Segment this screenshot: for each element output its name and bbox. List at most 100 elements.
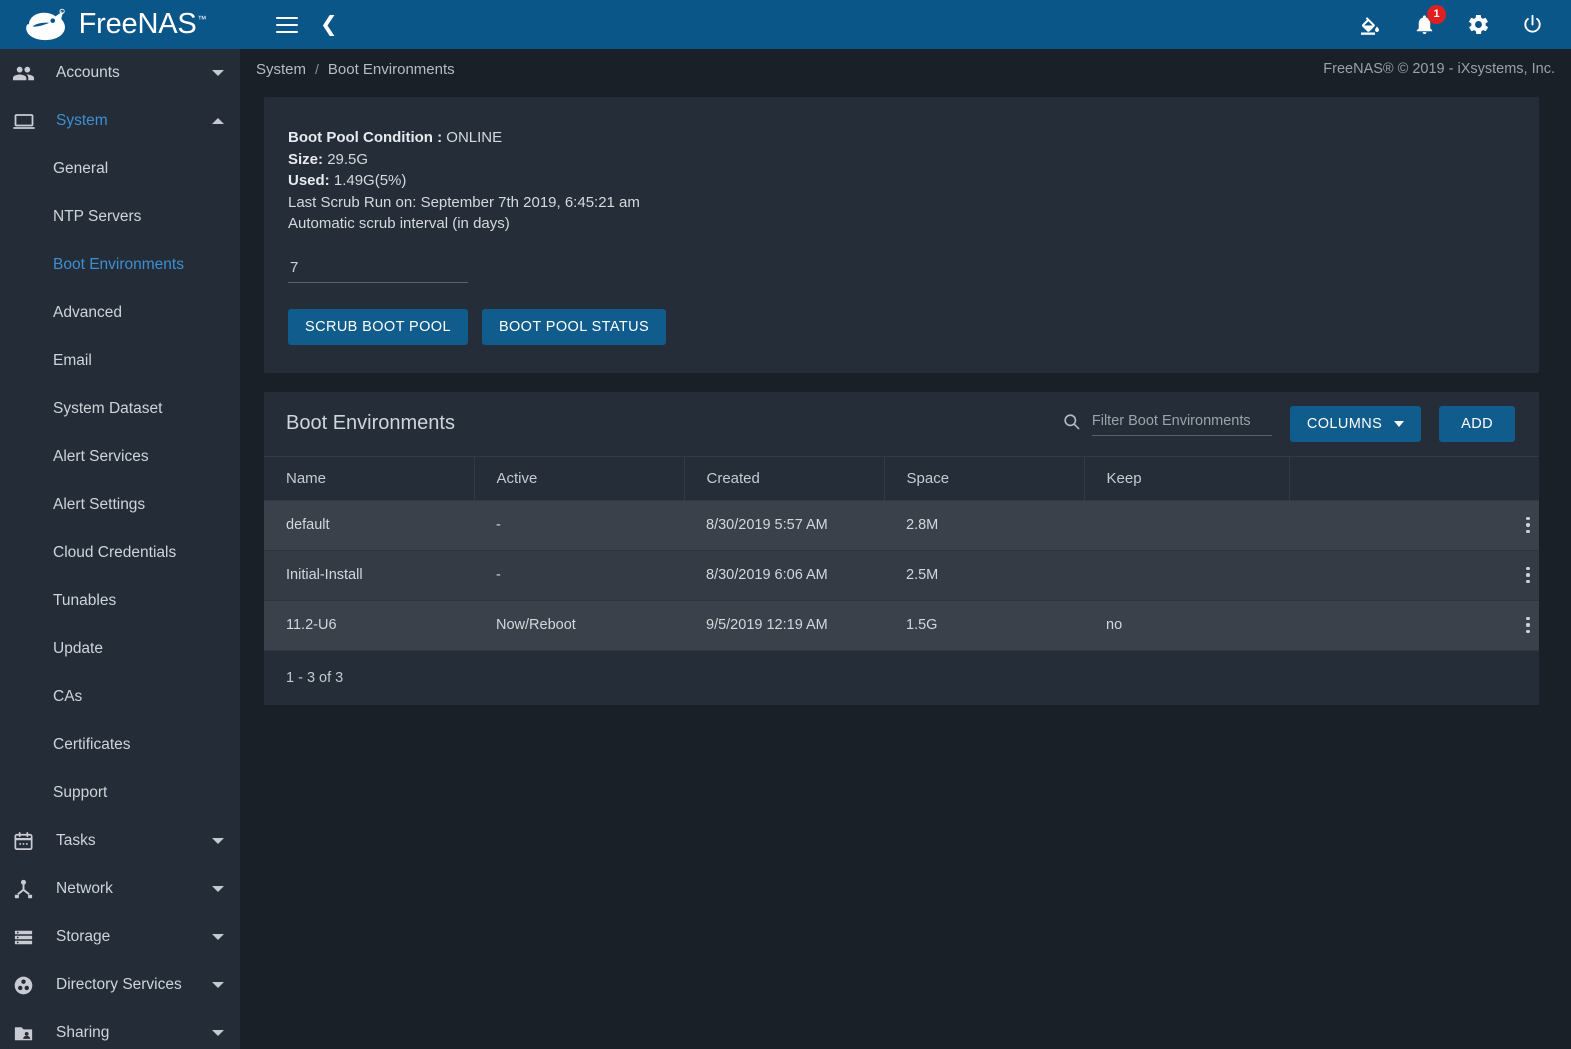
sidebar-group-system[interactable]: System (0, 97, 240, 145)
sidebar-group-accounts[interactable]: Accounts (0, 49, 240, 97)
boot-pool-condition-value: ONLINE (446, 129, 503, 146)
copyright-text: FreeNAS® © 2019 - iXsystems, Inc. (1323, 61, 1555, 77)
boot-pool-size-label: Size: (288, 150, 324, 168)
sidebar-item-support[interactable]: Support (0, 769, 240, 817)
cell-space: 1.5G (884, 600, 1084, 651)
sidebar-group-network[interactable]: Network (0, 865, 240, 913)
calendar-icon (12, 829, 40, 853)
chevron-left-icon[interactable]: ❮ (320, 14, 338, 35)
sidebar-group-storage[interactable]: Storage (0, 913, 240, 961)
sidebar-item-advanced[interactable]: Advanced (0, 289, 240, 337)
search-input[interactable] (1091, 411, 1272, 436)
cell-keep: no (1084, 600, 1289, 651)
cell-actions (1289, 500, 1539, 551)
sidebar-group-sharing[interactable]: Sharing (0, 1009, 240, 1049)
cell-space: 2.8M (884, 500, 1084, 551)
column-header-created[interactable]: Created (684, 455, 885, 501)
sidebar-group-directory-services[interactable]: Directory Services (0, 961, 240, 1009)
sidebar-item-label: Update (53, 640, 103, 657)
row-menu-kebab-icon[interactable] (1517, 564, 1539, 586)
cell-actions (1289, 600, 1539, 651)
boot-pool-actions: SCRUB BOOT POOL BOOT POOL STATUS (288, 308, 1515, 345)
brand-trademark: ™ (197, 14, 207, 25)
sidebar-item-label: CAs (53, 688, 83, 705)
notifications-bell-icon[interactable]: 1 (1411, 4, 1446, 38)
table-toolbar-actions: COLUMNS ADD (1062, 405, 1515, 442)
column-header-keep[interactable]: Keep (1084, 455, 1290, 501)
sidebar-group-label: Network (56, 880, 113, 897)
brand-name: FreeNAS™ (78, 8, 207, 40)
breadcrumb: System / Boot Environments FreeNAS® © 20… (240, 49, 1571, 89)
sidebar-item-label: Boot Environments (53, 256, 184, 273)
sidebar-navigation: Accounts System General NTP Servers Boot… (0, 49, 240, 1049)
chevron-down-icon (212, 838, 224, 844)
sidebar-item-update[interactable]: Update (0, 625, 240, 673)
boot-pool-used-line: Used: 1.49G(5%) (288, 170, 1515, 192)
boot-pool-condition-line: Boot Pool Condition : ONLINE (288, 127, 1515, 149)
table-header-row: Name Active Created Space Keep (264, 455, 1539, 501)
column-header-name[interactable]: Name (264, 455, 475, 501)
row-menu-kebab-icon[interactable] (1517, 614, 1539, 636)
sidebar-item-system-dataset[interactable]: System Dataset (0, 385, 240, 433)
chevron-down-icon (212, 886, 224, 892)
cell-keep (1084, 500, 1289, 551)
brand-logo-area[interactable]: R FreeNAS™ (0, 0, 240, 49)
search-icon[interactable] (1062, 412, 1081, 436)
breadcrumb-item-system[interactable]: System (256, 61, 306, 78)
boot-pool-status-card: Boot Pool Condition : ONLINE Size: 29.5G… (264, 97, 1539, 373)
add-button[interactable]: ADD (1439, 405, 1515, 442)
network-node-icon (12, 877, 40, 901)
boot-pool-status-button[interactable]: BOOT POOL STATUS (481, 308, 667, 345)
cell-space: 2.5M (884, 550, 1084, 601)
sidebar-item-ntp-servers[interactable]: NTP Servers (0, 193, 240, 241)
cell-active: - (474, 550, 684, 601)
sidebar-group-label: Directory Services (56, 976, 182, 993)
chevron-down-icon (212, 1030, 224, 1036)
table-row[interactable]: default - 8/30/2019 5:57 AM 2.8M (264, 500, 1539, 551)
chevron-down-icon (1394, 420, 1405, 427)
row-menu-kebab-icon[interactable] (1517, 514, 1539, 536)
column-header-active[interactable]: Active (474, 455, 685, 501)
topbar-right-controls: 1 (1357, 4, 1571, 38)
sidebar-item-label: Certificates (53, 736, 131, 753)
sidebar-item-boot-environments[interactable]: Boot Environments (0, 241, 240, 289)
sidebar-item-cas[interactable]: CAs (0, 673, 240, 721)
boot-environments-toolbar: Boot Environments COLUMNS ADD (264, 392, 1539, 456)
page-title: Boot Environments (286, 412, 455, 434)
chevron-down-icon (212, 982, 224, 988)
columns-button[interactable]: COLUMNS (1289, 405, 1422, 442)
cell-created: 8/30/2019 6:06 AM (684, 550, 884, 601)
sidebar-item-cloud-credentials[interactable]: Cloud Credentials (0, 529, 240, 577)
main-content: System / Boot Environments FreeNAS® © 20… (240, 49, 1571, 1049)
sidebar-item-certificates[interactable]: Certificates (0, 721, 240, 769)
sidebar-item-label: System Dataset (53, 400, 163, 417)
breadcrumb-separator: / (315, 61, 319, 77)
cell-keep (1084, 550, 1289, 601)
sidebar-item-label: Alert Settings (53, 496, 146, 513)
power-icon[interactable] (1519, 12, 1545, 38)
boot-environments-table: Name Active Created Space Keep default -… (264, 455, 1539, 651)
sidebar-item-label: NTP Servers (53, 208, 142, 225)
hamburger-icon[interactable] (276, 16, 298, 33)
table-row[interactable]: Initial-Install - 8/30/2019 6:06 AM 2.5M (264, 550, 1539, 601)
scrub-boot-pool-button[interactable]: SCRUB BOOT POOL (288, 308, 468, 345)
cell-name: Initial-Install (264, 550, 474, 601)
boot-environments-card: Boot Environments COLUMNS ADD (264, 391, 1539, 705)
sidebar-item-alert-settings[interactable]: Alert Settings (0, 481, 240, 529)
sidebar-group-tasks[interactable]: Tasks (0, 817, 240, 865)
sidebar-item-email[interactable]: Email (0, 337, 240, 385)
sidebar-item-alert-services[interactable]: Alert Services (0, 433, 240, 481)
sidebar-group-label: System (56, 112, 108, 129)
boot-pool-size-value: 29.5G (327, 150, 369, 168)
cell-created: 9/5/2019 12:19 AM (684, 600, 884, 651)
breadcrumb-item-boot-environments: Boot Environments (327, 60, 455, 78)
chevron-up-icon (212, 118, 224, 124)
table-row[interactable]: 11.2-U6 Now/Reboot 9/5/2019 12:19 AM 1.5… (264, 600, 1539, 651)
sidebar-item-general[interactable]: General (0, 145, 240, 193)
column-header-space[interactable]: Space (884, 455, 1085, 501)
sidebar-item-tunables[interactable]: Tunables (0, 577, 240, 625)
sidebar-item-label: Alert Services (53, 448, 149, 465)
scrub-interval-input[interactable] (288, 256, 468, 283)
theme-fill-icon[interactable] (1357, 12, 1383, 38)
settings-gear-icon[interactable] (1465, 12, 1491, 38)
